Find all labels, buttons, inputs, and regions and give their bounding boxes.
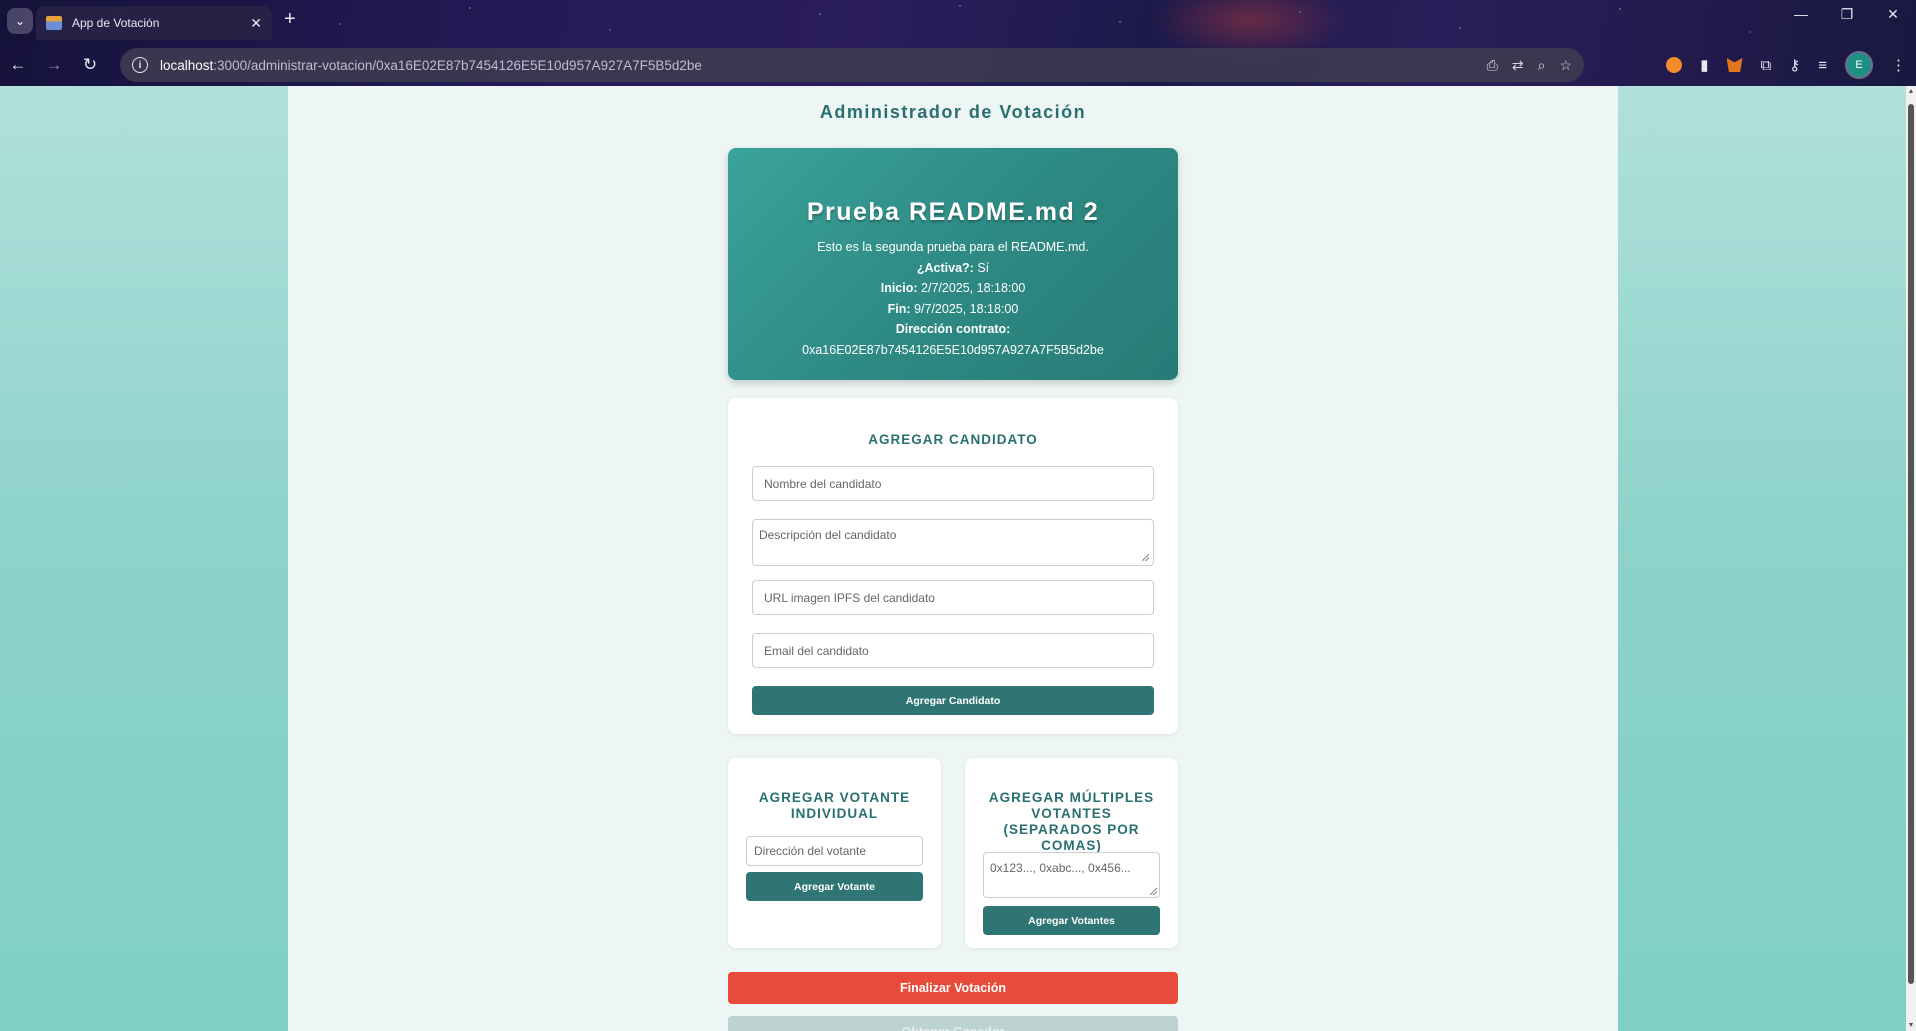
add-voters-heading: AGREGAR MÚLTIPLES VOTANTES (SEPARADOS PO… (988, 790, 1155, 853)
restore-icon[interactable]: ❐ (1824, 6, 1870, 23)
get-winner-button[interactable]: Obtener Ganador (728, 1016, 1178, 1031)
extension-orange-icon[interactable] (1666, 57, 1683, 73)
translate-icon[interactable]: ⇄ (1512, 57, 1524, 74)
metamask-fox-icon[interactable] (1726, 58, 1743, 72)
close-tab-icon[interactable]: ✕ (250, 15, 262, 32)
browser-chrome: ⌄ App de Votación ✕ + — ❐ ✕ ← → ↻ i loca… (0, 0, 1916, 86)
forward-button[interactable]: → (36, 55, 72, 75)
profile-avatar[interactable]: E (1845, 51, 1873, 79)
address-bar[interactable]: i localhost:3000/administrar-votacion/0x… (120, 48, 1584, 82)
candidate-name-input[interactable] (752, 466, 1154, 501)
page-viewport: Administrador de Votación Prueba README.… (0, 86, 1916, 1031)
add-voter-heading: AGREGAR VOTANTE INDIVIDUAL (758, 790, 911, 821)
resize-handle-icon[interactable] (1142, 554, 1149, 561)
extensions-puzzle-icon[interactable]: ⧉ (1761, 57, 1772, 74)
page-scrollbar[interactable]: ▲ ▼ (1906, 86, 1916, 1031)
tab-title: App de Votación (72, 16, 160, 30)
voting-start: Inicio: 2/7/2025, 18:18:00 (880, 281, 1026, 295)
candidate-email-input[interactable] (752, 633, 1154, 668)
resize-handle-icon[interactable] (1150, 888, 1157, 895)
tab-search-button[interactable]: ⌄ (7, 8, 33, 34)
browser-toolbar: ← → ↻ i localhost:3000/administrar-votac… (0, 44, 1916, 86)
zoom-icon[interactable]: ⌕ (1538, 57, 1546, 74)
minimize-icon[interactable]: — (1778, 6, 1824, 23)
add-candidate-heading: AGREGAR CANDIDATO (868, 432, 1038, 447)
add-voter-card: AGREGAR VOTANTE INDIVIDUAL Agregar Votan… (728, 758, 941, 948)
window-controls: — ❐ ✕ (1778, 6, 1916, 23)
scroll-up-icon[interactable]: ▲ (1906, 88, 1916, 95)
scroll-down-icon[interactable]: ▼ (1906, 1022, 1916, 1029)
add-voters-button[interactable]: Agregar Votantes (983, 906, 1160, 935)
reading-list-icon[interactable]: ≡ (1818, 57, 1827, 74)
voting-description: Esto es la segunda prueba para el README… (817, 240, 1089, 254)
install-app-icon[interactable]: ⎙ (1487, 57, 1498, 74)
new-tab-button[interactable]: + (284, 9, 296, 29)
page-title: Administrador de Votación (819, 102, 1087, 122)
voter-address-input[interactable] (746, 836, 923, 866)
back-button[interactable]: ← (0, 55, 36, 75)
add-candidate-card: AGREGAR CANDIDATO Agregar Candidato (728, 398, 1178, 734)
browser-menu-icon[interactable]: ⋮ (1891, 56, 1906, 74)
candidate-image-input[interactable] (752, 580, 1154, 615)
reload-button[interactable]: ↻ (72, 55, 108, 75)
password-key-icon[interactable]: ⚷ (1789, 56, 1800, 74)
omnibox-actions: ⎙ ⇄ ⌕ ☆ (1487, 48, 1572, 82)
voting-info-card: Prueba README.md 2 Esto es la segunda pr… (728, 148, 1178, 380)
voting-name: Prueba README.md 2 (806, 198, 1100, 226)
extensions-area: ▮ ⧉ ⚷ ≡ E ⋮ (1666, 51, 1906, 79)
url-text: localhost:3000/administrar-votacion/0xa1… (160, 57, 702, 73)
add-voter-button[interactable]: Agregar Votante (746, 872, 923, 901)
contract-label: Dirección contrato: (895, 322, 1011, 336)
extension-puzzle-badge-icon[interactable]: ▮ (1700, 56, 1708, 74)
add-candidate-button[interactable]: Agregar Candidato (752, 686, 1154, 715)
finalize-voting-button[interactable]: Finalizar Votación (728, 972, 1178, 1004)
contract-address: 0xa16E02E87b7454126E5E10d957A927A7F5B5d2… (802, 342, 1104, 357)
site-info-icon[interactable]: i (132, 57, 148, 73)
window-close-icon[interactable]: ✕ (1870, 6, 1916, 23)
scrollbar-thumb[interactable] (1908, 104, 1914, 984)
voting-active: ¿Activa?: Sí (916, 260, 990, 275)
favicon-icon (46, 16, 62, 30)
voting-end: Fin: 9/7/2025, 18:18:00 (887, 301, 1019, 316)
main-panel: Administrador de Votación Prueba README.… (288, 86, 1618, 1031)
voters-addresses-input[interactable] (983, 852, 1160, 898)
chevron-down-icon: ⌄ (14, 14, 26, 28)
bookmark-star-icon[interactable]: ☆ (1559, 57, 1572, 74)
tab-active[interactable]: App de Votación ✕ (36, 6, 272, 40)
candidate-description-input[interactable] (752, 519, 1154, 566)
add-voters-card: AGREGAR MÚLTIPLES VOTANTES (SEPARADOS PO… (965, 758, 1178, 948)
